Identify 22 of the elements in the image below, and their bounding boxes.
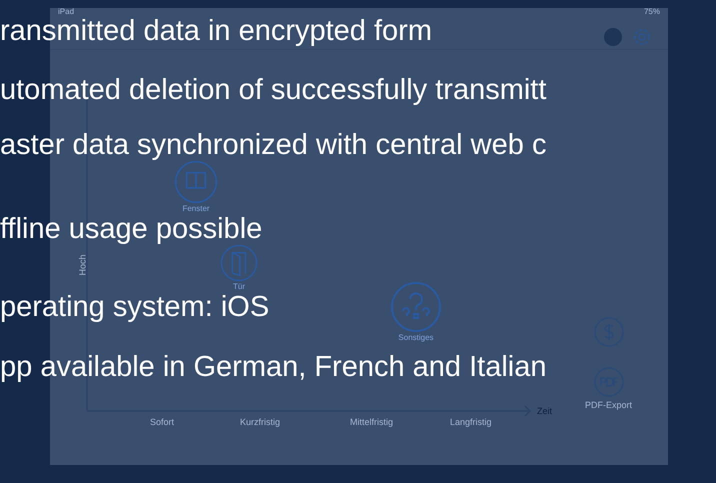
item-label: Tür	[233, 283, 245, 291]
device-name: iPad	[58, 8, 74, 16]
bullet-text: ffline usage possible	[0, 215, 262, 243]
bullet-text: perating system: iOS	[0, 293, 270, 321]
action-label[interactable]: PDF-Export	[585, 399, 632, 412]
window-icon	[174, 160, 218, 204]
item-label: Sonstiges	[398, 334, 434, 342]
y-axis-label: Hoch	[78, 254, 88, 276]
door-icon	[220, 244, 258, 282]
battery-level: 75%	[644, 8, 660, 16]
question-marks-icon	[390, 281, 442, 333]
bullet-text: aster data synchronized with central web c	[0, 131, 546, 159]
column-label: Sofort	[150, 416, 174, 429]
settings-icon[interactable]	[632, 27, 652, 47]
bullet-text: pp available in German, French and Italian	[0, 353, 546, 381]
column-label: Langfristig	[450, 416, 492, 429]
column-label: Mittelfristig	[350, 416, 394, 429]
avatar-icon[interactable]	[603, 27, 623, 47]
bullet-text: utomated deletion of successfully transmitt	[0, 76, 546, 104]
column-label: Kurzfristig	[240, 416, 280, 429]
bullet-text: ransmitted data in encrypted form	[0, 17, 432, 45]
item-label: Fenster	[182, 205, 210, 213]
